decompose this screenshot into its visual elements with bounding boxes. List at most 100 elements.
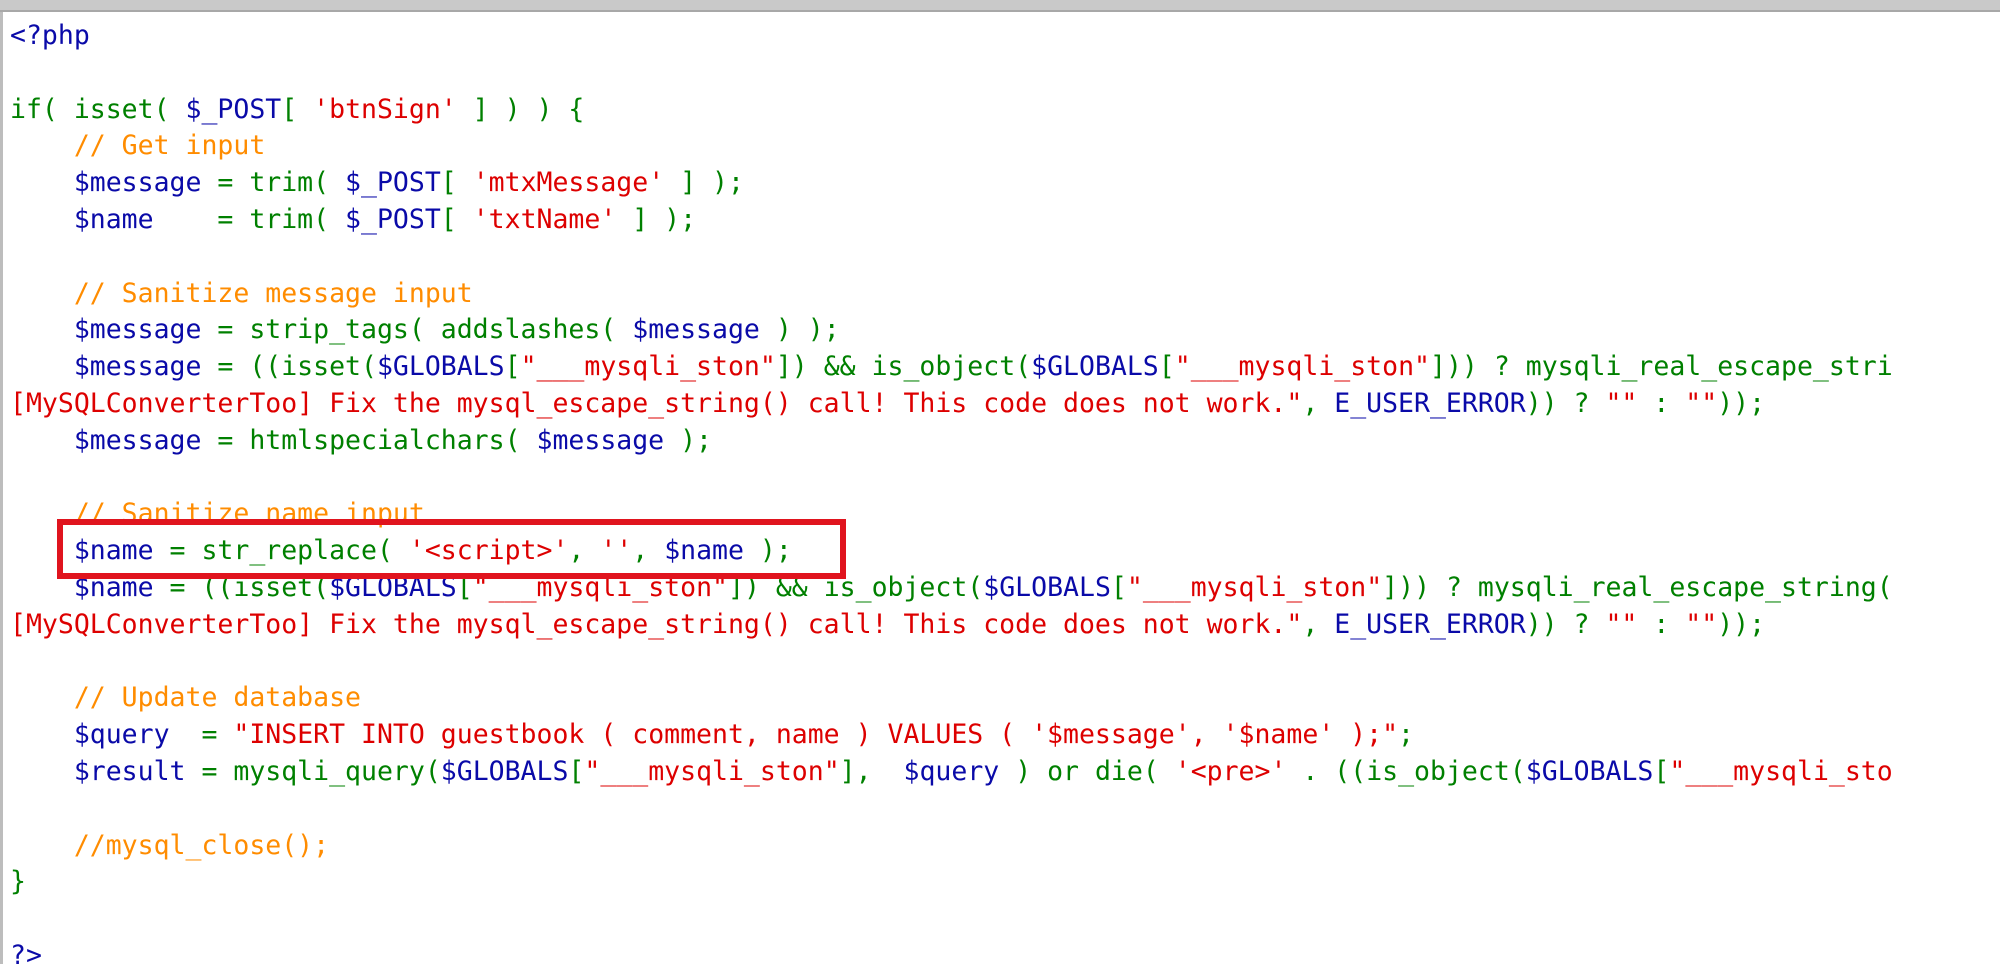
code-token: ]) && is_object( [775, 351, 1032, 383]
code-token: $message [632, 314, 760, 346]
code-token: = ((isset( [153, 571, 330, 603]
code-line: ?> [10, 938, 1893, 964]
code-line: $message = htmlspecialchars( $message ); [10, 423, 1893, 460]
code-token: )) ? [1525, 608, 1606, 640]
code-token: = strip_tags( addslashes( [201, 314, 633, 346]
code-token: = str_replace( [153, 535, 409, 567]
code-token: $name [10, 535, 154, 567]
code-token: $GLOBALS [983, 571, 1111, 603]
code-token: '' [600, 535, 633, 567]
code-token: = ((isset( [201, 351, 377, 383]
code-token: , [1302, 387, 1335, 419]
code-token: // Get input [10, 130, 266, 162]
code-token: } [10, 866, 26, 898]
code-token: 'btnSign' [313, 93, 457, 125]
code-token: $_POST [345, 203, 441, 235]
code-token: [MySQLConverterToo] Fix the mysql_escape… [10, 608, 1303, 640]
code-token: = mysqli_query( [185, 755, 441, 787]
code-token: $message [10, 424, 202, 456]
code-token: [ [456, 571, 473, 603]
code-line: <?php [10, 18, 1893, 55]
code-line: [MySQLConverterToo] Fix the mysql_escape… [10, 607, 1893, 644]
code-token: ]) && is_object( [727, 571, 984, 603]
code-token: "___mysqli_sto [1669, 755, 1893, 787]
php-source-code: <?php if( isset( $_POST[ 'btnSign' ] ) )… [10, 18, 1893, 964]
code-token: if( isset( [10, 93, 186, 125]
code-token: $name [10, 571, 154, 603]
window-left-border [0, 12, 3, 964]
code-viewer-window: <?php if( isset( $_POST[ 'btnSign' ] ) )… [0, 0, 2000, 964]
code-token: "___mysqli_ston" [472, 571, 728, 603]
code-line: $message = ((isset($GLOBALS["___mysqli_s… [10, 349, 1893, 386]
code-token: ; [1398, 719, 1415, 751]
code-line: if( isset( $_POST[ 'btnSign' ] ) ) { [10, 92, 1893, 129]
code-token: E_USER_ERROR [1334, 608, 1526, 640]
code-token: <?php [10, 20, 90, 51]
code-line: $message = strip_tags( addslashes( $mess… [10, 312, 1893, 349]
code-line: // Update database [10, 680, 1893, 717]
code-token: ] ) ) { [456, 93, 585, 125]
code-token: "___mysqli_ston" [584, 755, 840, 787]
code-line: $result = mysqli_query($GLOBALS["___mysq… [10, 754, 1893, 791]
code-token: E_USER_ERROR [1334, 387, 1526, 419]
code-token: $query [903, 755, 1000, 787]
code-token: ] ); [664, 167, 744, 199]
code-token: $name [10, 203, 154, 235]
code-token: , [1302, 608, 1335, 640]
code-line: $name = trim( $_POST[ 'txtName' ] ); [10, 202, 1893, 239]
code-token: )); [1717, 608, 1766, 640]
code-token: $_POST [345, 167, 441, 199]
code-token: $name [664, 535, 744, 567]
code-token: [ [440, 167, 473, 199]
code-token: $GLOBALS [376, 351, 505, 383]
code-line: $name = ((isset($GLOBALS["___mysqli_ston… [10, 570, 1893, 607]
code-token: $message [536, 424, 665, 456]
code-token: "" [1685, 387, 1718, 419]
code-token: $message [10, 351, 202, 383]
code-token: ?> [10, 939, 42, 964]
code-token: ) or die( [999, 755, 1175, 787]
code-token: '<script>' [408, 535, 569, 567]
code-token: $query [10, 719, 170, 751]
code-token: "___mysqli_ston" [1126, 571, 1383, 603]
code-token: = [169, 719, 234, 751]
code-token: $_POST [185, 93, 282, 125]
code-token: [ [568, 755, 585, 787]
code-token: "" [1605, 387, 1638, 419]
code-token: [ [440, 203, 473, 235]
code-line: [MySQLConverterToo] Fix the mysql_escape… [10, 386, 1893, 423]
code-token: '<pre>' [1174, 755, 1287, 787]
code-token: "" [1605, 608, 1638, 640]
code-token: [ [504, 351, 521, 383]
code-token: = trim( [153, 203, 346, 235]
code-token: ])) ? mysqli_real_escape_string( [1382, 571, 1893, 603]
code-token: ) ); [759, 314, 840, 346]
code-token: 'mtxMessage' [472, 167, 665, 199]
code-token: 'txtName' [472, 203, 617, 235]
code-token: = htmlspecialchars( [201, 424, 537, 456]
code-line: // Sanitize name input [10, 496, 1893, 533]
code-token: ); [743, 535, 792, 567]
code-token: )) ? [1525, 387, 1606, 419]
code-token: $GLOBALS [1525, 755, 1654, 787]
code-token: ); [664, 424, 713, 456]
code-token: : [1637, 608, 1686, 640]
code-line: $message = trim( $_POST[ 'mtxMessage' ] … [10, 165, 1893, 202]
code-token: $GLOBALS [440, 755, 569, 787]
code-token: [ [281, 93, 314, 125]
code-line: $name = str_replace( '<script>', '', $na… [10, 533, 1893, 570]
code-token: "___mysqli_ston" [520, 351, 776, 383]
code-token: [MySQLConverterToo] Fix the mysql_escape… [10, 387, 1303, 419]
code-line: // Get input [10, 128, 1893, 165]
code-token: "___mysqli_ston" [1174, 351, 1431, 383]
code-token: // Sanitize name input [10, 498, 425, 530]
code-token: [ [1110, 571, 1127, 603]
code-line: // Sanitize message input [10, 276, 1893, 313]
code-token: , [568, 535, 601, 567]
code-token: ] ); [616, 203, 697, 235]
